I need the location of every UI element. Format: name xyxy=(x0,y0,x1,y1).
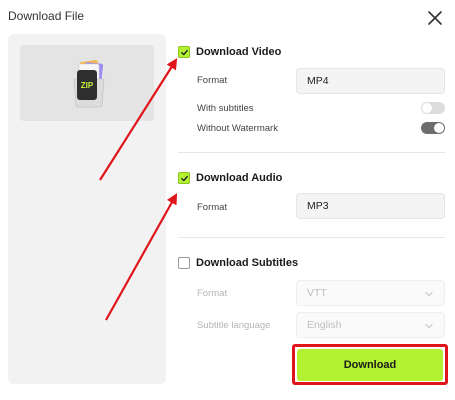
zip-label: ZIP xyxy=(81,81,94,90)
audio-format-label: Format xyxy=(197,202,228,213)
subtitle-language-value: English xyxy=(307,319,342,331)
dialog-title: Download File xyxy=(8,9,85,23)
video-format-select[interactable]: MP4 xyxy=(296,68,445,94)
download-audio-option[interactable]: Download Audio xyxy=(178,172,282,184)
download-video-option[interactable]: Download Video xyxy=(178,46,281,58)
download-file-dialog: Download File ZIP Download Video Format … xyxy=(0,0,455,400)
download-video-label: Download Video xyxy=(196,46,282,58)
chevron-down-icon xyxy=(425,323,433,329)
checkmark-icon xyxy=(180,49,188,55)
download-subtitles-label: Download Subtitles xyxy=(196,257,299,269)
checkmark-icon xyxy=(180,175,188,181)
without-watermark-toggle[interactable] xyxy=(421,122,445,134)
chevron-down-icon xyxy=(425,291,433,297)
subtitle-format-label: Format xyxy=(197,288,228,299)
preview-panel: ZIP xyxy=(8,34,166,384)
with-subtitles-label: With subtitles xyxy=(197,103,254,114)
without-watermark-label: Without Watermark xyxy=(197,123,278,134)
section-divider xyxy=(178,237,445,238)
subtitle-format-select[interactable]: VTT xyxy=(296,280,445,306)
audio-format-select[interactable]: MP3 xyxy=(296,193,445,219)
video-format-value: MP4 xyxy=(307,75,329,87)
download-subtitles-option[interactable]: Download Subtitles xyxy=(178,257,298,269)
download-subtitles-checkbox[interactable] xyxy=(178,257,190,269)
subtitle-format-value: VTT xyxy=(307,287,327,299)
with-subtitles-toggle[interactable] xyxy=(421,102,445,114)
download-audio-checkbox[interactable] xyxy=(178,172,190,184)
download-audio-label: Download Audio xyxy=(196,172,283,184)
zip-file-icon: ZIP xyxy=(71,55,107,111)
download-video-checkbox[interactable] xyxy=(178,46,190,58)
section-divider xyxy=(178,152,445,153)
video-format-label: Format xyxy=(197,75,228,86)
subtitle-language-label: Subtitle language xyxy=(197,320,271,331)
subtitle-language-select[interactable]: English xyxy=(296,312,445,338)
download-button[interactable]: Download xyxy=(297,349,443,381)
close-icon[interactable] xyxy=(425,8,445,28)
file-thumbnail: ZIP xyxy=(20,45,154,121)
audio-format-value: MP3 xyxy=(307,200,329,212)
